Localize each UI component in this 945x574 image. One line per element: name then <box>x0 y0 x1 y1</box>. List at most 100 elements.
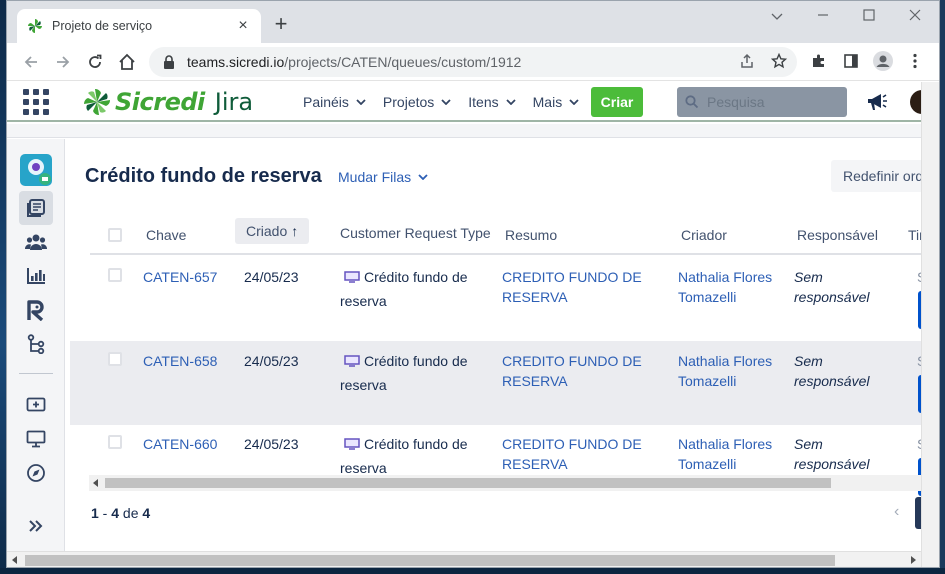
profile-avatar-icon[interactable] <box>872 50 894 72</box>
page-title: Crédito fundo de reserva <box>85 165 322 187</box>
column-assignee[interactable]: Responsável <box>797 217 878 253</box>
add-shortcut-icon[interactable] <box>19 388 53 422</box>
issue-key-link[interactable]: CATEN-657 <box>143 267 217 287</box>
nav-more[interactable]: Mais <box>533 94 580 110</box>
header-divider <box>7 124 921 138</box>
table-row[interactable]: CATEN-660 24/05/23 Crédito fundo de rese… <box>70 424 921 508</box>
scroll-left-arrow-icon <box>93 479 98 487</box>
request-type: Crédito fundo de reserva <box>340 351 468 395</box>
nav-projects[interactable]: Projetos <box>383 94 451 110</box>
reports-icon[interactable] <box>19 259 53 293</box>
row-checkbox[interactable] <box>90 268 122 282</box>
change-queue-dropdown[interactable]: Mudar Filas <box>338 169 428 185</box>
nav-issues[interactable]: Itens <box>468 94 516 110</box>
taskbar-edge <box>0 568 945 574</box>
scrollbar-thumb[interactable] <box>25 555 835 566</box>
reload-button[interactable] <box>83 50 107 74</box>
chevron-down-icon <box>356 99 366 105</box>
sicredi-jira-logo[interactable]: Sicredi Jira <box>83 86 253 118</box>
assignee-line1: Sem <box>794 353 823 369</box>
assignee: Sem responsável <box>794 267 870 307</box>
issue-key-link[interactable]: CATEN-660 <box>143 434 217 454</box>
minimize-button[interactable] <box>757 5 797 27</box>
row-checkbox[interactable] <box>90 435 122 449</box>
window-maximize-icon[interactable] <box>849 5 889 27</box>
window-close-icon[interactable] <box>895 5 935 27</box>
search-input[interactable] <box>707 94 827 110</box>
issue-key-link[interactable]: CATEN-658 <box>143 351 217 371</box>
summary-line1: CREDITO FUNDO DE <box>502 269 642 285</box>
search-box[interactable] <box>677 87 847 117</box>
row-checkbox[interactable] <box>90 352 122 366</box>
search-icon <box>685 95 699 109</box>
table-row[interactable]: CATEN-657 24/05/23 Crédito fundo de rese… <box>70 257 921 341</box>
reporter-line2: Tomazelli <box>678 456 737 472</box>
column-created[interactable]: Criado ↑ <box>235 218 310 244</box>
assignee: Sem responsável <box>794 434 870 474</box>
back-button[interactable] <box>19 50 43 74</box>
monitor-icon[interactable] <box>19 422 53 456</box>
tab-strip: Projeto de serviço × + <box>7 1 939 43</box>
browser-menu-icon[interactable] <box>904 50 926 72</box>
url-bar[interactable]: teams.sicredi.io/projects/CATEN/queues/c… <box>149 47 797 77</box>
assignee-line1: Sem <box>794 269 823 285</box>
reload-icon <box>89 54 102 68</box>
compass-icon[interactable] <box>19 456 53 490</box>
r-app-icon[interactable] <box>19 293 53 327</box>
summary-link[interactable]: CREDITO FUNDO DE RESERVA <box>502 267 642 307</box>
app-switcher-icon[interactable] <box>23 89 49 115</box>
side-panel-icon[interactable] <box>840 50 862 72</box>
tab-close-icon[interactable]: × <box>235 18 251 34</box>
page-to: 4 <box>111 505 120 521</box>
page-dash: - <box>98 505 112 521</box>
bookmark-star-icon[interactable] <box>768 50 790 72</box>
reset-order-button[interactable]: Redefinir ordem <box>831 160 921 192</box>
select-all-checkbox[interactable] <box>108 217 122 253</box>
column-key[interactable]: Chave <box>146 217 186 253</box>
page-horizontal-scrollbar[interactable] <box>7 551 921 567</box>
chevron-down-icon <box>569 99 579 105</box>
customers-icon[interactable] <box>19 225 53 259</box>
created-date: 24/05/23 <box>244 269 299 285</box>
chevron-down-icon <box>506 99 516 105</box>
share-icon[interactable] <box>736 50 758 72</box>
chevron-down-icon <box>441 99 451 105</box>
nav-dashboards[interactable]: Painéis <box>303 94 366 110</box>
lock-icon[interactable] <box>163 55 175 69</box>
reporter-link[interactable]: Nathalia Flores Tomazelli <box>678 351 772 391</box>
create-button[interactable]: Criar <box>591 87 643 117</box>
column-request-type[interactable]: Customer Request Type <box>340 215 491 251</box>
assignee-line2: responsável <box>794 289 870 305</box>
summary-link[interactable]: CREDITO FUNDO DE RESERVA <box>502 351 642 391</box>
request-type: Crédito fundo de reserva <box>340 267 468 311</box>
scrollbar-thumb[interactable] <box>105 478 831 488</box>
project-avatar-icon[interactable] <box>19 153 53 187</box>
reporter-link[interactable]: Nathalia Flores Tomazelli <box>678 434 772 474</box>
column-time[interactable]: Tim <box>908 217 921 253</box>
previous-page-icon[interactable]: ‹ <box>894 503 899 521</box>
jira-top-nav: Sicredi Jira Painéis Projetos Itens Mais… <box>7 82 934 122</box>
workflow-icon[interactable] <box>19 327 53 361</box>
change-queue-label: Mudar Filas <box>338 169 412 185</box>
address-toolbar: teams.sicredi.io/projects/CATEN/queues/c… <box>7 43 939 81</box>
page-vertical-scrollbar[interactable] <box>921 82 939 567</box>
queues-icon[interactable] <box>19 191 53 225</box>
megaphone-icon[interactable] <box>865 90 889 114</box>
table-horizontal-scrollbar[interactable] <box>89 475 921 491</box>
window-minimize-icon[interactable] <box>803 5 843 27</box>
column-reporter[interactable]: Criador <box>681 217 727 253</box>
summary-line2: RESERVA <box>502 373 568 389</box>
home-button[interactable] <box>115 50 139 74</box>
forward-button[interactable] <box>51 50 75 74</box>
request-type-line2: reserva <box>340 377 387 393</box>
extensions-puzzle-icon[interactable] <box>808 50 830 72</box>
expand-sidebar-icon[interactable] <box>19 509 53 543</box>
reporter-link[interactable]: Nathalia Flores Tomazelli <box>678 267 772 307</box>
brand-name: Sicredi <box>115 88 205 116</box>
table-row[interactable]: CATEN-658 24/05/23 Crédito fundo de rese… <box>70 341 921 425</box>
summary-link[interactable]: CREDITO FUNDO DE RESERVA <box>502 434 642 474</box>
column-summary[interactable]: Resumo <box>505 217 557 253</box>
browser-tab[interactable]: Projeto de serviço × <box>17 9 261 43</box>
new-tab-button[interactable]: + <box>269 13 293 37</box>
nav-dashboards-label: Painéis <box>303 94 349 110</box>
